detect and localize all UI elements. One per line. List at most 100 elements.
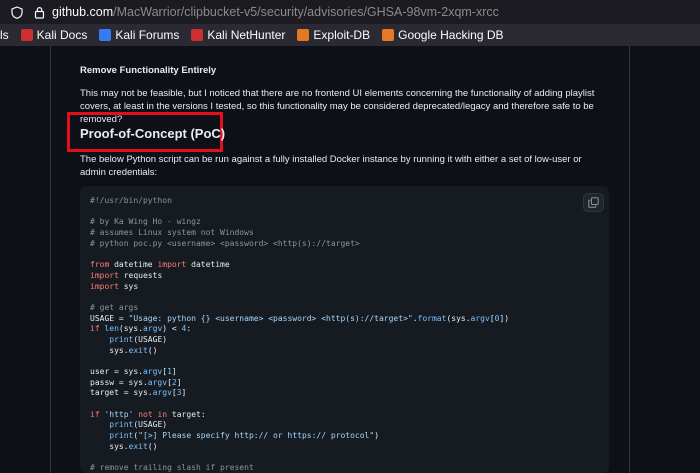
code-token: requests xyxy=(118,270,163,280)
poc-description: The below Python script can be run again… xyxy=(80,154,582,178)
code-line: if 'http' not in target: xyxy=(90,410,509,421)
poc-heading: Proof-of-Concept (PoC) xyxy=(80,126,226,141)
bookmark-exploit-db[interactable]: Exploit-DB xyxy=(297,28,370,42)
code-token: datetime xyxy=(186,260,230,270)
remove-functionality-heading: Remove Functionality Entirely xyxy=(80,65,217,76)
code-token: : xyxy=(186,324,192,334)
code-token: sys xyxy=(118,281,139,291)
bookmark-label: Kali Forums xyxy=(115,28,180,42)
bookmark-label: Exploit-DB xyxy=(313,28,371,42)
bookmark-ls[interactable]: ls xyxy=(0,28,9,42)
code-token: import xyxy=(90,270,119,280)
bookmarks-toolbar: ls Kali Docs Kali Forums Kali NetHunter … xyxy=(0,24,700,46)
code-token: ] xyxy=(176,377,182,387)
code-token: # get args xyxy=(90,302,139,312)
code-token: len xyxy=(104,324,119,334)
code-token: sys. xyxy=(90,441,129,451)
bookmark-kali-nethunter[interactable]: Kali NetHunter xyxy=(191,28,285,42)
address-bar[interactable]: github.com/MacWarrior/clipbucket-v5/secu… xyxy=(0,0,700,24)
bookmark-label: Kali NetHunter xyxy=(207,28,286,42)
code-token: argv xyxy=(142,367,163,376)
code-token: if xyxy=(90,324,100,334)
code-token: # by Ka Wing Ho - wingz xyxy=(90,217,201,227)
code-token: # python poc.py <username> <password> <h… xyxy=(90,238,360,248)
code-token: argv xyxy=(470,313,490,323)
code-token: (USAGE) xyxy=(133,420,168,430)
code-line: sys.exit() xyxy=(90,442,509,453)
code-token: argv xyxy=(147,377,168,387)
code-content: #!/usr/bin/python # by Ka Wing Ho - wing… xyxy=(90,196,509,473)
code-line: print("[>] Please specify http:// or htt… xyxy=(90,431,509,442)
code-token: () xyxy=(147,345,158,355)
code-token: (sys. xyxy=(118,324,144,334)
code-line: user = sys.argv[1] xyxy=(90,367,509,378)
url-text[interactable]: github.com/MacWarrior/clipbucket-v5/secu… xyxy=(52,5,499,19)
code-token: not in xyxy=(138,409,168,419)
bookmark-kali-forums[interactable]: Kali Forums xyxy=(99,28,179,42)
code-line: # assumes Linux system not Windows xyxy=(90,228,509,239)
code-token: format xyxy=(417,313,447,323)
shield-icon[interactable] xyxy=(10,5,24,19)
code-line: # get args xyxy=(90,303,509,314)
lock-icon[interactable] xyxy=(32,5,46,19)
code-line: USAGE = "Usage: python {} <username> <pa… xyxy=(90,314,509,325)
code-token: import xyxy=(90,281,119,291)
code-line: # by Ka Wing Ho - wingz xyxy=(90,217,509,228)
code-token: sys. xyxy=(90,345,129,355)
code-token: exit xyxy=(128,345,148,355)
code-token: from xyxy=(90,260,110,270)
code-token: #!/usr/bin/python xyxy=(90,196,172,205)
bookmark-label: Google Hacking DB xyxy=(398,28,504,42)
code-token: user = sys. xyxy=(90,367,143,376)
left-border xyxy=(50,46,51,473)
code-token: # remove trailing slash if present xyxy=(90,463,254,473)
nethunter-icon xyxy=(191,29,204,41)
kali-forums-icon xyxy=(99,29,112,41)
code-line: import sys xyxy=(90,282,509,293)
code-token: (sys. xyxy=(446,313,471,323)
url-path: /MacWarrior/clipbucket-v5/security/advis… xyxy=(113,5,499,19)
code-token: target = sys. xyxy=(90,388,153,398)
copy-button[interactable] xyxy=(583,193,604,212)
code-token: ) xyxy=(374,431,380,441)
code-token: target: xyxy=(167,409,206,419)
code-line: print(USAGE) xyxy=(90,420,509,431)
code-token: ) < xyxy=(162,324,182,334)
bookmark-google-hacking-db[interactable]: Google Hacking DB xyxy=(382,28,504,42)
code-token: "[>] Please specify http:// or https:// … xyxy=(138,431,375,441)
code-token: passw = sys. xyxy=(90,377,148,387)
code-token: 'http' xyxy=(104,409,134,419)
code-token: argv xyxy=(143,324,163,334)
code-token: ]) xyxy=(499,313,510,323)
code-token: (USAGE) xyxy=(133,334,168,344)
code-token: print xyxy=(109,420,134,430)
ghdb-icon xyxy=(382,29,395,41)
exploit-db-icon xyxy=(297,29,310,41)
code-token: () xyxy=(147,441,158,451)
kali-docs-icon xyxy=(20,29,33,41)
bookmark-label: ls xyxy=(0,28,9,42)
code-line: #!/usr/bin/python xyxy=(90,196,509,207)
code-token: datetime xyxy=(109,260,158,270)
code-token: print xyxy=(109,334,134,344)
code-token: USAGE = xyxy=(90,313,129,323)
code-line: target = sys.argv[3] xyxy=(90,388,509,399)
right-border xyxy=(629,46,630,473)
code-line: print(USAGE) xyxy=(90,335,509,346)
code-line: if len(sys.argv) < 4: xyxy=(90,324,509,335)
code-line: # remove trailing slash if present xyxy=(90,463,509,473)
code-token: exit xyxy=(128,441,148,451)
bookmark-kali-docs[interactable]: Kali Docs xyxy=(20,28,87,42)
code-token: ] xyxy=(181,388,187,398)
code-token: ] xyxy=(171,367,177,376)
code-line: # python poc.py <username> <password> <h… xyxy=(90,239,509,250)
code-line: from datetime import datetime xyxy=(90,260,509,271)
